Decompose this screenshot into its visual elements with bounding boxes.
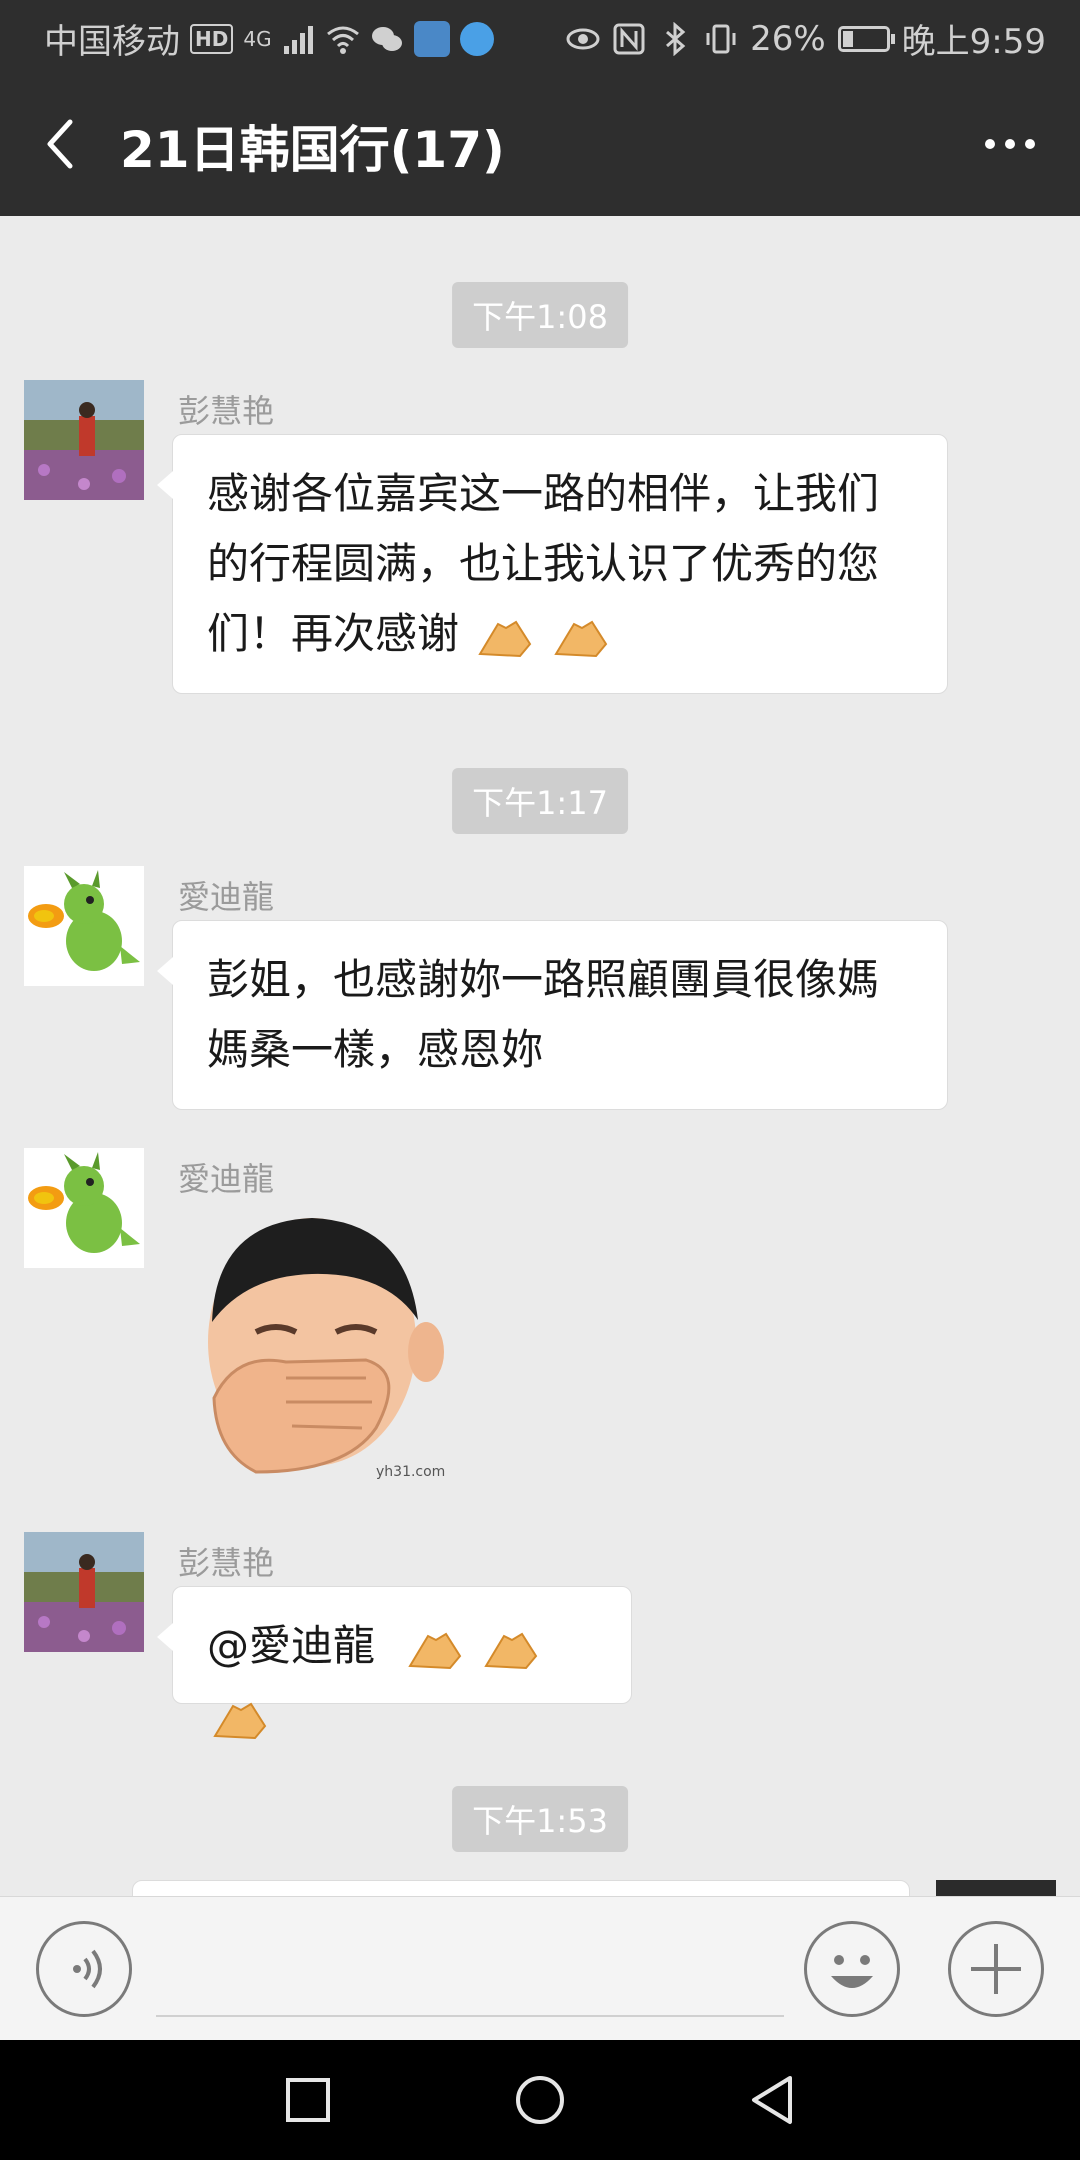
- carrier-label: 中国移动: [44, 22, 180, 62]
- bluetooth-icon: [666, 21, 686, 56]
- clapping-hands-emoji-icon: [478, 620, 532, 657]
- clapping-hands-emoji-icon: [213, 1702, 267, 1739]
- avatar-photo-field-icon: [24, 1532, 144, 1652]
- avatar-photo-field-icon: [24, 380, 144, 500]
- dragon-avatar-icon: [24, 1148, 144, 1268]
- network-type-label: 4G: [243, 26, 272, 51]
- signal-icon: [283, 25, 313, 54]
- avatar[interactable]: [24, 866, 144, 986]
- back-nav-icon[interactable]: [742, 2070, 802, 2130]
- status-bar: 中国移动 HD 4G 26% 晚上9:59: [0, 0, 1080, 72]
- input-bar: [0, 1896, 1080, 2041]
- recent-apps-icon[interactable]: [278, 2070, 338, 2130]
- sticker-watermark: yh31.com: [376, 1464, 446, 1480]
- message-list[interactable]: 下午1:08 彭慧艳 感谢各位嘉宾这一路的相伴，让我们的行程圆满，也让我认识了优…: [0, 216, 1080, 1896]
- status-right: 26% 晚上9:59: [566, 14, 1046, 63]
- chat-header: 21日韩国行(17): [0, 72, 1080, 216]
- vibrate-icon: [706, 24, 736, 53]
- chat-title: 21日韩国行(17): [120, 121, 505, 179]
- back-arrow-icon[interactable]: [40, 116, 80, 172]
- wechat-icon: [371, 26, 402, 51]
- app-notification-icon: [413, 20, 450, 57]
- battery-icon: [837, 25, 895, 52]
- voice-icon: [73, 1949, 102, 1989]
- more-options-icon[interactable]: [980, 124, 1040, 164]
- sticker-image[interactable]: yh31.com: [196, 1202, 456, 1492]
- more-actions-button[interactable]: [948, 1921, 1044, 2017]
- sender-name: 彭慧艳: [178, 1544, 275, 1582]
- message-text: 彭姐，也感謝妳一路照顧團員很像媽媽桑一樣，感恩妳: [207, 955, 880, 1074]
- message-text: 感谢各位嘉宾这一路的相伴，让我们的行程圆满，也让我认识了优秀的您们！再次感谢: [207, 469, 880, 658]
- sender-name: 彭慧艳: [178, 392, 275, 430]
- emoji-button[interactable]: [804, 1921, 900, 2017]
- message-bubble[interactable]: 感谢各位嘉宾这一路的相伴，让我们的行程圆满，也让我认识了优秀的您们！再次感谢: [157, 434, 948, 694]
- system-nav-bar: [0, 2040, 1080, 2160]
- nfc-icon: [613, 23, 645, 54]
- message-bubble-partial[interactable]: [132, 1880, 910, 1896]
- avatar[interactable]: [24, 380, 144, 500]
- message-text: @愛迪龍: [207, 1621, 376, 1670]
- home-icon[interactable]: [510, 2070, 570, 2130]
- avatar[interactable]: [24, 1148, 144, 1268]
- dragon-avatar-icon: [24, 866, 144, 986]
- message-bubble[interactable]: 彭姐，也感謝妳一路照顧團員很像媽媽桑一樣，感恩妳: [157, 920, 948, 1110]
- message-timestamp: 下午1:53: [452, 1786, 628, 1852]
- hd-icon: HD: [190, 23, 234, 54]
- message-timestamp: 下午1:08: [452, 282, 628, 348]
- message-bubble[interactable]: @愛迪龍: [157, 1586, 632, 1739]
- laughing-child-sticker-icon: [208, 1218, 444, 1474]
- wifi-icon: [326, 26, 359, 54]
- clock: 晚上9:59: [901, 22, 1046, 62]
- clapping-hands-emoji-icon: [554, 620, 607, 657]
- avatar[interactable]: [24, 1532, 144, 1652]
- clapping-hands-emoji-icon: [408, 1632, 462, 1669]
- smiley-icon: [831, 1955, 873, 1988]
- eye-icon: [566, 28, 600, 49]
- status-left: 中国移动 HD 4G: [44, 14, 494, 63]
- clapping-hands-emoji-icon: [484, 1632, 537, 1669]
- avatar-self[interactable]: [936, 1880, 1056, 1896]
- voice-input-button[interactable]: [36, 1921, 132, 2017]
- battery-percent: 26%: [750, 18, 826, 59]
- browser-notification-icon: [459, 21, 494, 56]
- plus-icon: [971, 1944, 1021, 1994]
- message-timestamp: 下午1:17: [452, 768, 628, 834]
- message-input[interactable]: [156, 1921, 784, 2017]
- sender-name: 愛迪龍: [178, 1160, 275, 1198]
- sender-name: 愛迪龍: [178, 878, 275, 916]
